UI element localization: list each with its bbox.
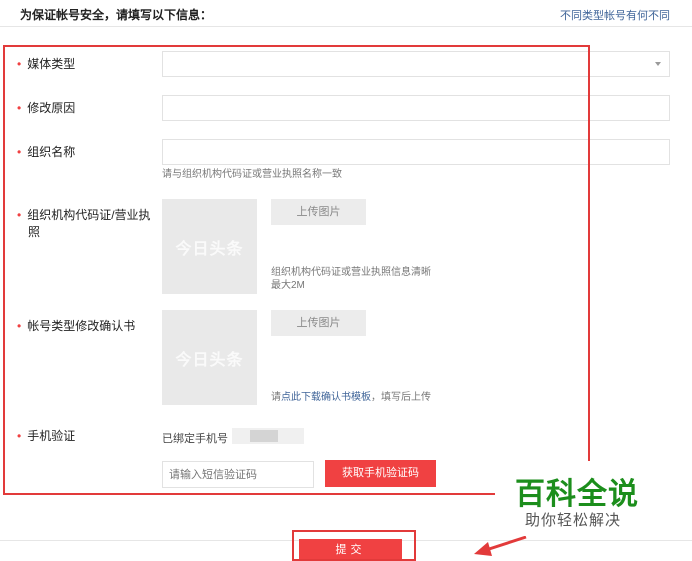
page-title: 为保证帐号安全，请填写以下信息： [20, 8, 213, 22]
watermark-subtitle: 助你轻松解决 [525, 512, 622, 529]
watermark-badge: 百科全说 助你轻松解决 [495, 461, 673, 536]
annotation-frame-submit [292, 530, 416, 561]
chevron-down-icon [655, 62, 661, 66]
watermark-title: 百科全说 [515, 478, 639, 511]
header-divider [0, 26, 692, 27]
annotation-frame-form [3, 45, 590, 495]
account-type-diff-link[interactable]: 不同类型帐号有何不同 [560, 7, 670, 23]
